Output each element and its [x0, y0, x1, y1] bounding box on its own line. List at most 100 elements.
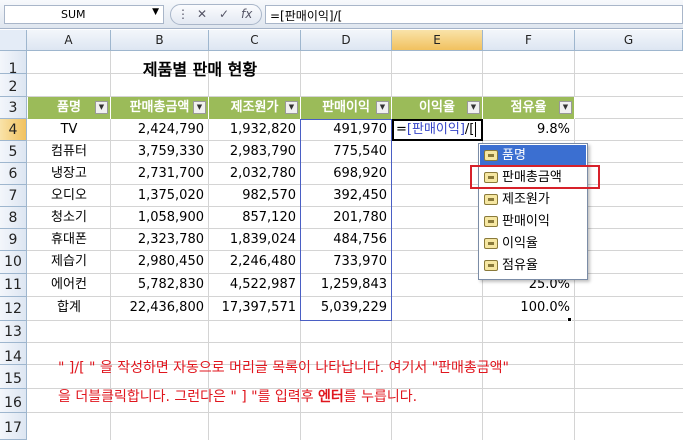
autocomplete-item[interactable]: 이익율 [480, 233, 586, 255]
insert-function-icon[interactable]: fx [241, 7, 252, 21]
table-header-share: 점유율 ▼ [483, 97, 575, 119]
autocomplete-item-label: 이익율 [502, 236, 538, 251]
table-column-icon [484, 194, 498, 205]
table-column-icon [484, 238, 498, 249]
name-box[interactable]: SUM ▼ [4, 5, 164, 24]
table-cell[interactable]: 냉장고 [28, 163, 110, 185]
instruction-text: 를 누릅니다. [343, 389, 418, 405]
table-cell[interactable]: 22,436,800 [111, 297, 209, 319]
table-cell[interactable]: 17,397,571 [209, 297, 301, 319]
cancel-icon[interactable]: ✕ [197, 7, 207, 21]
row-header[interactable]: 4 [0, 119, 27, 141]
table-cell[interactable]: 982,570 [209, 185, 301, 207]
autocomplete-item[interactable]: 제조원가 [480, 189, 586, 211]
row-header[interactable]: 9 [0, 229, 27, 251]
filter-dropdown-icon[interactable]: ▼ [376, 101, 389, 114]
col-header-b[interactable]: B [111, 30, 209, 51]
filter-dropdown-icon[interactable]: ▼ [285, 101, 298, 114]
col-header-g[interactable]: G [575, 30, 683, 51]
row-header[interactable]: 11 [0, 274, 27, 297]
row-header[interactable]: 6 [0, 163, 27, 185]
row-header[interactable]: 8 [0, 207, 27, 229]
enter-icon[interactable]: ✓ [219, 7, 229, 21]
table-cell[interactable]: TV [28, 119, 110, 141]
table-cell[interactable]: 2,983,790 [209, 141, 301, 163]
header-label: 판매총금액 [129, 100, 190, 115]
table-cell[interactable]: 3,759,330 [111, 141, 209, 163]
formula-buttons: ⋮ ✕ ✓ fx [170, 4, 262, 25]
table-column-icon [484, 150, 498, 161]
chevron-down-icon[interactable]: ▼ [152, 7, 159, 17]
fill-handle[interactable] [567, 317, 572, 322]
sheet-title: 제품별 판매 현황 [142, 60, 258, 79]
row-header[interactable]: 5 [0, 141, 27, 163]
table-cell[interactable]: 컴퓨터 [28, 141, 110, 163]
row-header[interactable]: 2 [0, 74, 27, 97]
name-box-value: SUM [61, 8, 86, 21]
table-cell[interactable]: 2,323,780 [111, 229, 209, 251]
table-cell[interactable]: 2,424,790 [111, 119, 209, 141]
row-header[interactable]: 15 [0, 365, 27, 389]
edit-reference: [판매이익] [406, 122, 465, 137]
edit-suffix: /[ [464, 122, 475, 137]
edit-prefix: = [396, 122, 407, 137]
autocomplete-item[interactable]: 판매이익 [480, 211, 586, 233]
table-cell[interactable]: 5,782,830 [111, 274, 209, 296]
table-header-margin: 이익율 ▼ [392, 97, 483, 119]
table-cell[interactable]: 2,980,450 [111, 251, 209, 273]
table-header-profit: 판매이익 ▼ [301, 97, 392, 119]
instruction-enter-key: 엔터 [318, 389, 344, 405]
autocomplete-item[interactable]: 품명 [480, 145, 586, 167]
table-cell[interactable]: 청소기 [28, 207, 110, 229]
row-header[interactable]: 7 [0, 185, 27, 207]
row-header[interactable]: 10 [0, 251, 27, 274]
table-cell[interactable]: 2,246,480 [209, 251, 301, 273]
table-cell[interactable]: 합계 [28, 297, 110, 319]
table-cell[interactable]: 오디오 [28, 185, 110, 207]
filter-dropdown-icon[interactable]: ▼ [467, 101, 480, 114]
row-header[interactable]: 12 [0, 297, 27, 321]
row-header[interactable]: 14 [0, 343, 27, 365]
table-cell[interactable]: 1,839,024 [209, 229, 301, 251]
table-header-cost: 제조원가 ▼ [209, 97, 301, 119]
table-cell[interactable]: 에어컨 [28, 274, 110, 296]
table-cell[interactable]: 1,058,900 [111, 207, 209, 229]
table-cell[interactable]: 1,375,020 [111, 185, 209, 207]
autocomplete-item-label: 판매이익 [502, 214, 550, 229]
table-cell[interactable]: 휴대폰 [28, 229, 110, 251]
formula-input[interactable]: =[판매이익]/[ [265, 5, 683, 24]
formula-bar: SUM ▼ ⋮ ✕ ✓ fx =[판매이익]/[ [0, 0, 683, 29]
col-header-a[interactable]: A [27, 30, 111, 51]
more-icon: ⋮ [177, 7, 189, 21]
table-cell[interactable]: 857,120 [209, 207, 301, 229]
header-label: 품명 [57, 100, 81, 115]
filter-dropdown-icon[interactable]: ▼ [559, 101, 572, 114]
row-header[interactable]: 16 [0, 389, 27, 413]
col-header-d[interactable]: D [301, 30, 392, 51]
autocomplete-item[interactable]: 점유율 [480, 255, 586, 277]
table-cell[interactable]: 2,032,780 [209, 163, 301, 185]
instruction-text: 을 더블클릭합니다. 그런다은 " ] "를 입력후 [58, 389, 319, 405]
table-column-icon [484, 260, 498, 271]
header-label: 제조원가 [230, 100, 279, 115]
table-cell[interactable]: 1,932,820 [209, 119, 301, 141]
row-header[interactable]: 1 [0, 51, 27, 77]
table-cell[interactable]: 4,522,987 [209, 274, 301, 296]
filter-dropdown-icon[interactable]: ▼ [95, 101, 108, 114]
col-header-f[interactable]: F [483, 30, 575, 51]
row-header[interactable]: 3 [0, 97, 27, 119]
col-header-e[interactable]: E [392, 30, 483, 51]
table-cell[interactable]: 100.0% [483, 297, 575, 319]
filter-dropdown-icon[interactable]: ▼ [193, 101, 206, 114]
autocomplete-item-label: 품명 [502, 148, 526, 163]
select-all-corner[interactable] [0, 30, 27, 51]
table-cell[interactable]: 9.8% [483, 119, 575, 141]
highlight-box [470, 165, 600, 189]
cell-edit-text: =[판매이익]/[ [396, 119, 477, 141]
row-header[interactable]: 17 [0, 413, 27, 440]
col-header-c[interactable]: C [209, 30, 301, 51]
row-header[interactable]: 13 [0, 321, 27, 343]
header-label: 이익율 [419, 100, 455, 115]
table-cell[interactable]: 2,731,700 [111, 163, 209, 185]
table-cell[interactable]: 제습기 [28, 251, 110, 273]
